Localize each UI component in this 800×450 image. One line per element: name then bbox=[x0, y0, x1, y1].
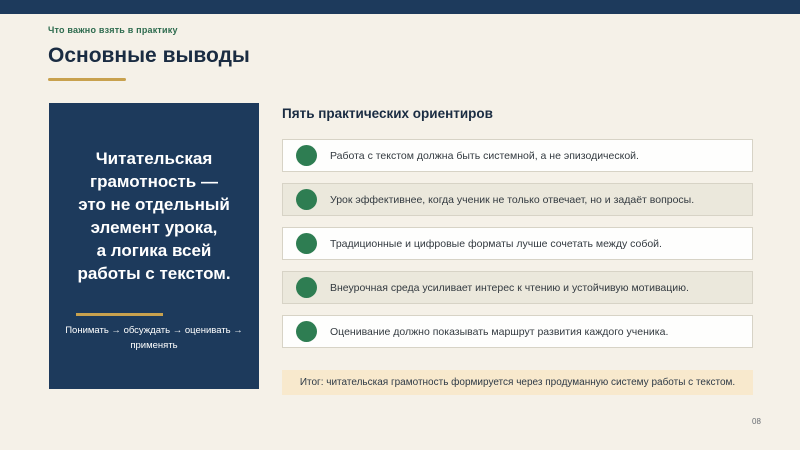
bullet-circle-icon bbox=[296, 145, 317, 166]
list-item-text: Традиционные и цифровые форматы лучше со… bbox=[330, 237, 662, 250]
bullet-circle-icon bbox=[296, 233, 317, 254]
list-item-text: Работа с текстом должна быть системной, … bbox=[330, 149, 639, 162]
list-item: Оценивание должно показывать маршрут раз… bbox=[282, 315, 753, 348]
list-item: Урок эффективнее, когда ученик не только… bbox=[282, 183, 753, 216]
top-accent-bar bbox=[0, 0, 800, 14]
list-item: Традиционные и цифровые форматы лучше со… bbox=[282, 227, 753, 260]
list-item: Работа с текстом должна быть системной, … bbox=[282, 139, 753, 172]
summary-bar: Итог: читательская грамотность формирует… bbox=[282, 370, 753, 395]
list-item-text: Урок эффективнее, когда ученик не только… bbox=[330, 193, 695, 206]
section-heading: Пять практических ориентиров bbox=[282, 106, 493, 121]
statement-text: Читательская грамотность — это не отдель… bbox=[77, 149, 231, 283]
list-item-text: Оценивание должно показывать маршрут раз… bbox=[330, 325, 669, 338]
page-title: Основные выводы bbox=[48, 44, 250, 67]
guidelines-list: Работа с текстом должна быть системной, … bbox=[282, 139, 753, 348]
bullet-circle-icon bbox=[296, 277, 317, 298]
title-underline bbox=[48, 78, 126, 81]
process-steps-text: Понимать → обсуждать → оценивать → приме… bbox=[65, 325, 243, 351]
bullet-circle-icon bbox=[296, 321, 317, 342]
bullet-circle-icon bbox=[296, 189, 317, 210]
list-item: Внеурочная среда усиливает интерес к чте… bbox=[282, 271, 753, 304]
slide-eyebrow: Что важно взять в практику bbox=[48, 25, 178, 35]
gold-divider bbox=[76, 313, 163, 316]
statement-card: Читательская грамотность — это не отдель… bbox=[49, 103, 259, 389]
list-item-text: Внеурочная среда усиливает интерес к чте… bbox=[330, 281, 689, 294]
page-number: 08 bbox=[752, 417, 761, 426]
